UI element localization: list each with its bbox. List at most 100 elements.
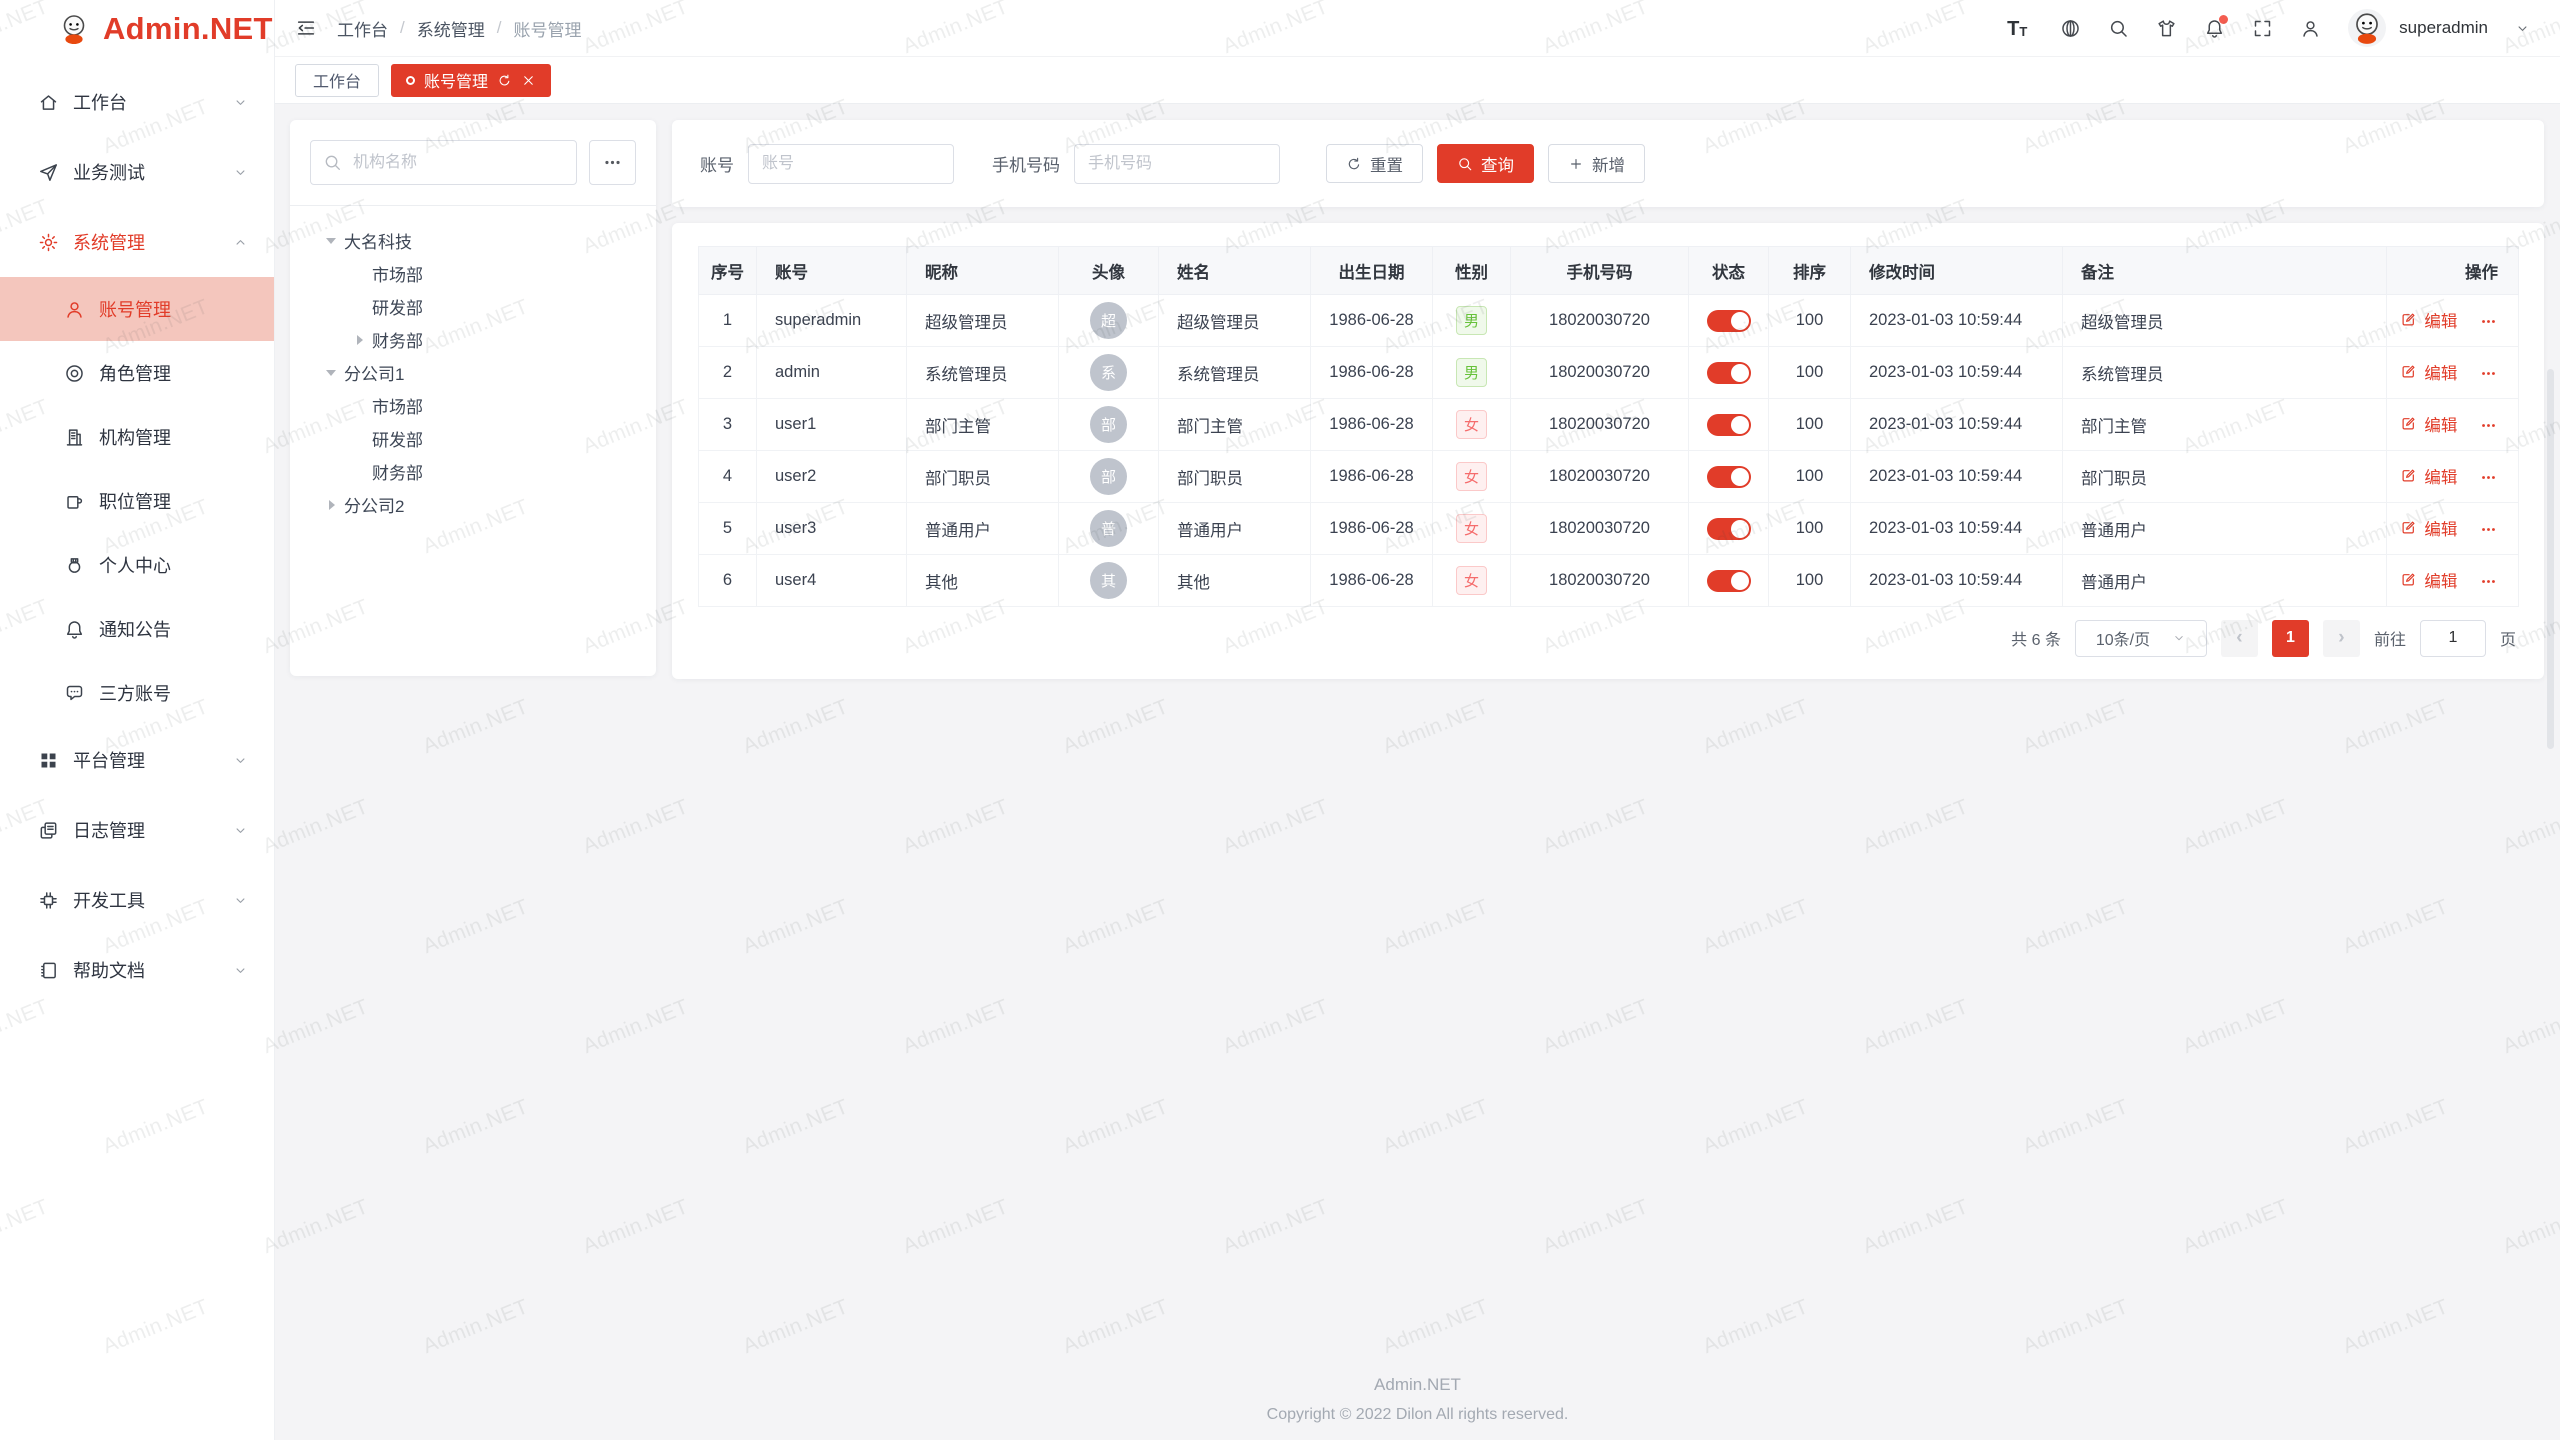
sidebar-item-devtools[interactable]: 开发工具: [0, 865, 274, 935]
sidebar-item-label: 工作台: [73, 89, 225, 115]
app-logo[interactable]: Admin.NET: [0, 0, 274, 57]
sidebar-item-logs[interactable]: 日志管理: [0, 795, 274, 865]
breadcrumb-item-workbench[interactable]: 工作台: [337, 16, 388, 41]
sidebar-item-system[interactable]: 系统管理: [0, 207, 274, 277]
sidebar-item-business-test[interactable]: 业务测试: [0, 137, 274, 207]
sidebar-item-platform[interactable]: 平台管理: [0, 725, 274, 795]
status-toggle[interactable]: [1707, 310, 1751, 332]
tree-node[interactable]: 财务部: [310, 455, 636, 488]
status-toggle[interactable]: [1707, 362, 1751, 384]
sidebar-item-accounts[interactable]: 账号管理: [0, 277, 274, 341]
content: 大名科技 市场部 研发部 财务部 分公司1 市场部 研发部 财务部 分公司2 账…: [275, 104, 2560, 1375]
row-more-button[interactable]: [2479, 313, 2498, 330]
sidebar-item-roles[interactable]: 角色管理: [0, 341, 274, 405]
sidebar-item-third-account[interactable]: 三方账号: [0, 661, 274, 725]
sidebar-item-label: 账号管理: [99, 296, 248, 322]
caret-icon: [348, 422, 370, 455]
language-icon[interactable]: [2060, 18, 2081, 39]
tree-node[interactable]: 财务部: [310, 323, 636, 356]
user-icon[interactable]: [2300, 18, 2321, 39]
sidebar-item-profile[interactable]: 个人中心: [0, 533, 274, 597]
menu-fold-icon[interactable]: [295, 17, 317, 39]
sidebar-menu: 工作台 业务测试 系统管理 账号管理 角色管理 机构管理 职位管理 个人中心 通…: [0, 57, 274, 1005]
prev-page-button[interactable]: ‹: [2221, 620, 2258, 657]
cell-remark: 普通用户: [2063, 555, 2387, 607]
avatar: 其: [1090, 562, 1127, 599]
refresh-icon[interactable]: [497, 73, 512, 88]
goto-page-input[interactable]: [2420, 620, 2486, 657]
cell-seq: 3: [699, 399, 757, 451]
footer-title: Admin.NET: [275, 1375, 2560, 1395]
reset-button[interactable]: 重置: [1326, 144, 1423, 183]
tree-node[interactable]: 分公司2: [310, 488, 636, 521]
font-size-icon[interactable]: TT: [2007, 17, 2033, 39]
caret-icon: [348, 257, 370, 290]
close-icon[interactable]: [521, 73, 536, 88]
tree-node[interactable]: 市场部: [310, 257, 636, 290]
row-more-button[interactable]: [2479, 573, 2498, 590]
status-toggle[interactable]: [1707, 518, 1751, 540]
avatar: 普: [1090, 510, 1127, 547]
bell-icon: [64, 619, 85, 640]
more-options-button[interactable]: [589, 140, 636, 185]
status-toggle[interactable]: [1707, 466, 1751, 488]
row-more-button[interactable]: [2479, 417, 2498, 434]
tree-node[interactable]: 研发部: [310, 422, 636, 455]
sidebar-item-workbench[interactable]: 工作台: [0, 67, 274, 137]
phone-input[interactable]: [1074, 144, 1280, 184]
cell-remark: 普通用户: [2063, 503, 2387, 555]
status-toggle[interactable]: [1707, 570, 1751, 592]
sidebar-item-notices[interactable]: 通知公告: [0, 597, 274, 661]
post-icon: [64, 491, 85, 512]
column-header: 姓名: [1159, 247, 1311, 295]
tabbar: 工作台 账号管理: [275, 57, 2560, 104]
gender-badge: 男: [1456, 306, 1487, 335]
tab-account-management[interactable]: 账号管理: [391, 64, 551, 97]
account-input[interactable]: [748, 144, 954, 184]
tree-node[interactable]: 分公司1: [310, 356, 636, 389]
breadcrumb-item-system[interactable]: 系统管理: [417, 16, 485, 41]
tree-node[interactable]: 市场部: [310, 389, 636, 422]
tree-node[interactable]: 研发部: [310, 290, 636, 323]
edit-button[interactable]: 编辑: [2400, 308, 2457, 332]
cell-status: [1689, 503, 1769, 555]
sidebar-item-orgs[interactable]: 机构管理: [0, 405, 274, 469]
row-more-button[interactable]: [2479, 521, 2498, 538]
org-search-input[interactable]: [310, 140, 577, 185]
edit-button[interactable]: 编辑: [2400, 412, 2457, 436]
sidebar-item-docs[interactable]: 帮助文档: [0, 935, 274, 1005]
chevron-down-icon[interactable]: [2515, 21, 2530, 36]
sidebar-item-posts[interactable]: 职位管理: [0, 469, 274, 533]
table-scrollbar[interactable]: [2547, 369, 2554, 749]
sidebar-item-label: 角色管理: [99, 360, 248, 386]
cell-avatar: 部: [1059, 451, 1159, 503]
cell-birthdate: 1986-06-28: [1311, 399, 1433, 451]
next-page-button[interactable]: ›: [2323, 620, 2360, 657]
edit-button[interactable]: 编辑: [2400, 568, 2457, 592]
query-button[interactable]: 查询: [1437, 144, 1534, 183]
page-1-button[interactable]: 1: [2272, 620, 2309, 657]
cell-actions: 编辑: [2387, 399, 2519, 451]
fullscreen-icon[interactable]: [2252, 18, 2273, 39]
theme-icon[interactable]: [2156, 18, 2177, 39]
breadcrumb-separator: /: [400, 18, 405, 38]
add-button[interactable]: 新增: [1548, 144, 1645, 183]
search-icon[interactable]: [2108, 18, 2129, 39]
edit-button[interactable]: 编辑: [2400, 516, 2457, 540]
edit-button[interactable]: 编辑: [2400, 464, 2457, 488]
row-more-button[interactable]: [2479, 469, 2498, 486]
cell-nickname: 部门主管: [907, 399, 1059, 451]
user-avatar[interactable]: [2348, 9, 2386, 47]
column-header: 性别: [1433, 247, 1511, 295]
notification-bell-icon[interactable]: [2204, 18, 2225, 39]
page-size-select[interactable]: 10条/页: [2075, 620, 2207, 657]
tree-node[interactable]: 大名科技: [310, 224, 636, 257]
caret-icon: [348, 389, 370, 422]
avatar: 部: [1090, 458, 1127, 495]
username[interactable]: superadmin: [2399, 18, 2488, 38]
status-toggle[interactable]: [1707, 414, 1751, 436]
row-more-button[interactable]: [2479, 365, 2498, 382]
edit-button[interactable]: 编辑: [2400, 360, 2457, 384]
tab-workbench[interactable]: 工作台: [295, 64, 379, 97]
sidebar-item-label: 日志管理: [73, 817, 225, 843]
